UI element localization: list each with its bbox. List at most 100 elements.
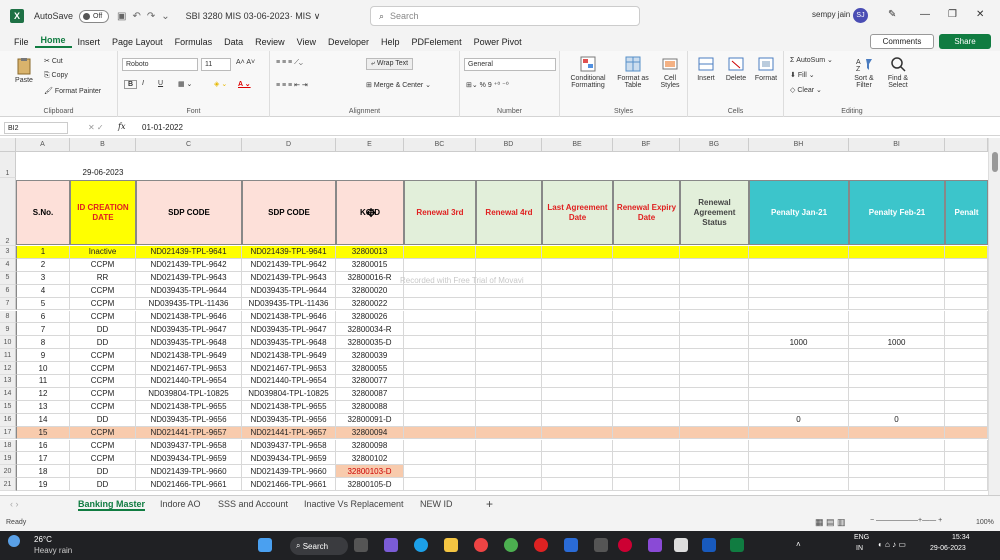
table-cell[interactable]: CCPM: [70, 426, 136, 440]
table-cell[interactable]: [542, 310, 613, 324]
table-cell[interactable]: ND021438-TPL-9646: [136, 310, 242, 324]
align-left-icons[interactable]: ≡ ≡ ≡ ⇤ ⇥: [276, 81, 308, 89]
tab-formulas[interactable]: Formulas: [169, 37, 219, 47]
table-cell[interactable]: [849, 375, 945, 388]
table-cell[interactable]: ND039435-TPL-11436: [136, 297, 242, 311]
zoom-slider[interactable]: − ——————+—— +: [870, 517, 942, 524]
table-cell[interactable]: [404, 323, 476, 337]
font-color-icon[interactable]: A ⌄: [238, 80, 251, 88]
table-cell[interactable]: [404, 310, 476, 324]
table-cell[interactable]: [404, 452, 476, 466]
sheet-tab-new-id[interactable]: NEW ID: [420, 499, 453, 509]
table-cell[interactable]: [849, 310, 945, 324]
table-cell[interactable]: 32800015: [336, 258, 404, 272]
table-cell[interactable]: ND039435-TPL-9656: [136, 413, 242, 427]
table-cell[interactable]: [680, 349, 749, 363]
vertical-scrollbar[interactable]: [988, 138, 1000, 495]
table-cell[interactable]: DD: [70, 323, 136, 337]
table-cell[interactable]: [613, 349, 680, 363]
table-cell[interactable]: [404, 413, 476, 427]
row-header[interactable]: 2: [0, 178, 16, 246]
table-cell[interactable]: ND039435-TPL-9647: [242, 323, 336, 337]
table-cell[interactable]: [749, 362, 849, 375]
table-cell[interactable]: [749, 375, 849, 388]
table-cell[interactable]: [749, 271, 849, 285]
table-cell[interactable]: [404, 258, 476, 272]
table-cell[interactable]: RR: [70, 271, 136, 285]
table-cell[interactable]: 14: [16, 413, 70, 427]
table-cell[interactable]: [404, 426, 476, 440]
table-cell[interactable]: [680, 413, 749, 427]
table-cell[interactable]: 16: [16, 439, 70, 453]
column-header[interactable]: E: [336, 138, 404, 152]
table-cell[interactable]: [749, 246, 849, 259]
font-name-select[interactable]: Roboto: [122, 58, 198, 71]
teams-icon[interactable]: [648, 538, 662, 552]
table-cell[interactable]: [542, 362, 613, 375]
date-cell[interactable]: 29-06-2023: [70, 166, 136, 178]
table-cell[interactable]: 32800022: [336, 297, 404, 311]
table-cell[interactable]: ND039435-TPL-9648: [136, 336, 242, 350]
format-cells-button[interactable]: Format: [752, 55, 780, 82]
function-icon[interactable]: fx: [118, 122, 125, 131]
table-cell[interactable]: CCPM: [70, 452, 136, 466]
table-cell[interactable]: DD: [70, 413, 136, 427]
table-cell[interactable]: [613, 387, 680, 401]
table-cell[interactable]: ND021439-TPL-9643: [136, 271, 242, 285]
table-cell[interactable]: [476, 426, 542, 440]
column-title[interactable]: SDP CODE: [136, 180, 242, 245]
clock-time[interactable]: 15:34: [952, 534, 970, 541]
row-header[interactable]: 4: [0, 258, 16, 272]
underline-button[interactable]: U: [158, 80, 163, 87]
table-cell[interactable]: [849, 246, 945, 259]
search-box[interactable]: ⌕ Search: [370, 6, 640, 26]
column-title[interactable]: ID CREATION DATE: [70, 180, 136, 245]
table-cell[interactable]: [404, 387, 476, 401]
column-header[interactable]: [945, 138, 988, 152]
table-cell[interactable]: [945, 310, 988, 324]
autosum-button[interactable]: Σ AutoSum ⌄: [790, 56, 833, 64]
table-cell[interactable]: 32800020: [336, 284, 404, 298]
currency-percent-icons[interactable]: ⊞⌄ % 9 ⁺⁰ ⁻⁰: [466, 81, 509, 89]
table-cell[interactable]: [404, 284, 476, 298]
table-cell[interactable]: [613, 323, 680, 337]
table-cell[interactable]: ND021439-TPL-9642: [242, 258, 336, 272]
table-cell[interactable]: 2: [16, 258, 70, 272]
table-cell[interactable]: [542, 284, 613, 298]
column-title[interactable]: Renewal 3rd: [404, 180, 476, 245]
table-cell[interactable]: [680, 439, 749, 453]
table-cell[interactable]: [404, 465, 476, 479]
sheet-tab-indore-ao[interactable]: Indore AO: [160, 499, 201, 509]
cut-button[interactable]: ✂ Cut: [44, 57, 63, 65]
table-cell[interactable]: [542, 336, 613, 350]
font-grow-icon[interactable]: A˄ A˅: [236, 59, 255, 66]
table-cell[interactable]: [849, 323, 945, 337]
table-cell[interactable]: [680, 387, 749, 401]
row-header[interactable]: 11: [0, 349, 16, 363]
table-cell[interactable]: [613, 452, 680, 466]
table-cell[interactable]: 10: [16, 362, 70, 375]
table-cell[interactable]: CCPM: [70, 387, 136, 401]
table-cell[interactable]: ND039435-TPL-9648: [242, 336, 336, 350]
table-cell[interactable]: CCPM: [70, 297, 136, 311]
tab-developer[interactable]: Developer: [322, 37, 375, 47]
table-cell[interactable]: 5: [16, 297, 70, 311]
table-cell[interactable]: [680, 297, 749, 311]
table-cell[interactable]: [749, 258, 849, 272]
table-cell[interactable]: [849, 465, 945, 479]
column-header[interactable]: D: [242, 138, 336, 152]
table-cell[interactable]: 32800055: [336, 362, 404, 375]
table-cell[interactable]: 6: [16, 310, 70, 324]
table-cell[interactable]: 32800077: [336, 375, 404, 388]
table-cell[interactable]: ND021439-TPL-9642: [136, 258, 242, 272]
table-cell[interactable]: [680, 284, 749, 298]
formula-cancel-icons[interactable]: ✕ ✓: [88, 123, 104, 132]
column-header[interactable]: BD: [476, 138, 542, 152]
tab-power-pivot[interactable]: Power Pivot: [468, 37, 528, 47]
copy-button[interactable]: ⎘ Copy: [44, 72, 68, 80]
table-cell[interactable]: CCPM: [70, 439, 136, 453]
table-cell[interactable]: [849, 478, 945, 492]
tab-insert[interactable]: Insert: [72, 37, 107, 47]
bold-button[interactable]: B: [124, 80, 138, 89]
table-cell[interactable]: CCPM: [70, 362, 136, 375]
